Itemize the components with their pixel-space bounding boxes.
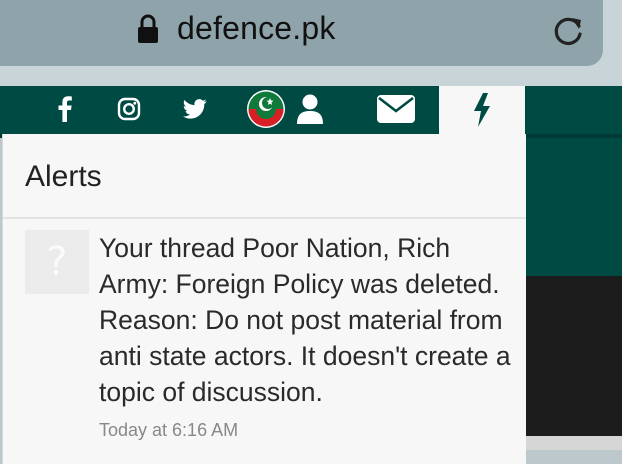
facebook-icon[interactable] bbox=[55, 92, 75, 126]
tab-alerts[interactable] bbox=[439, 86, 525, 134]
alert-avatar[interactable]: ? bbox=[25, 230, 89, 294]
instagram-icon[interactable] bbox=[116, 92, 142, 126]
reload-icon[interactable] bbox=[550, 12, 586, 48]
pti-flag-avatar[interactable] bbox=[246, 89, 286, 129]
lock-icon bbox=[138, 14, 158, 43]
alert-timestamp: Today at 6:16 AM bbox=[99, 420, 239, 440]
mail-icon[interactable] bbox=[377, 92, 415, 126]
alerts-panel: Alerts ? Your thread Poor Nation, Rich A… bbox=[2, 134, 526, 464]
divider bbox=[3, 217, 526, 219]
page-content-bg bbox=[525, 276, 622, 436]
url-text[interactable]: defence.pk bbox=[177, 10, 336, 47]
alerts-title: Alerts bbox=[25, 160, 102, 193]
alert-message[interactable]: Your thread Poor Nation, Rich Army: Fore… bbox=[99, 230, 519, 410]
alerts-bolt-icon bbox=[474, 93, 490, 127]
page-header-bg bbox=[525, 138, 622, 276]
twitter-icon[interactable] bbox=[182, 92, 208, 126]
user-icon[interactable] bbox=[296, 92, 324, 126]
browser-chrome: defence.pk bbox=[0, 0, 622, 86]
page-footer-bg bbox=[525, 436, 622, 450]
